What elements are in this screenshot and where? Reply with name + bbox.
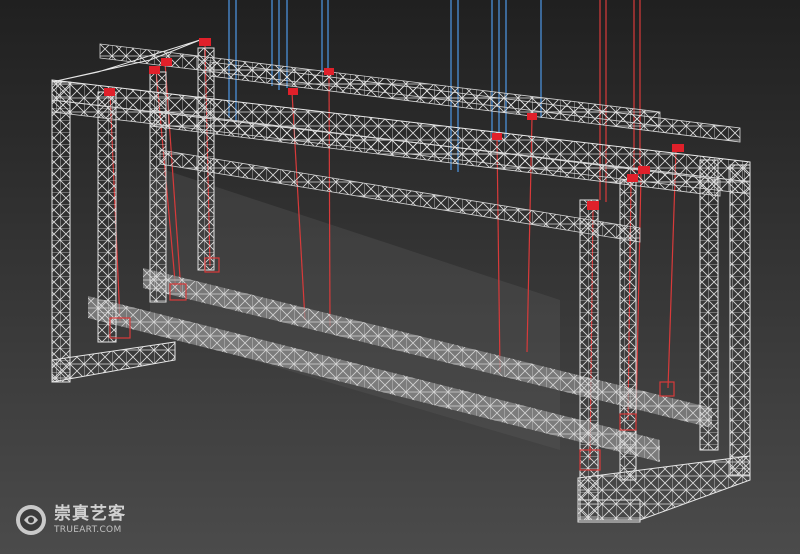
rigging-marker-icon (288, 88, 298, 95)
rigging-marker-icon (527, 113, 537, 120)
trueart-logo-icon (16, 505, 46, 535)
rigging-marker-icon (199, 38, 211, 46)
rigging-marker-icon (672, 144, 684, 152)
watermark: 崇真艺客 TRUEART.COM (14, 503, 126, 537)
rigging-marker-icon (324, 68, 334, 75)
rigging-marker-icon (492, 133, 502, 140)
rigging-marker-icon (587, 201, 599, 210)
rigging-marker-icon (627, 174, 638, 182)
rigging-marker-icon (149, 66, 160, 74)
watermark-brand-en: TRUEART.COM (54, 524, 122, 535)
rigging-marker-icon (104, 88, 115, 96)
rigging-marker-icon (161, 58, 172, 66)
truss-scene (0, 0, 800, 554)
rigging-marker-icon (638, 166, 650, 174)
watermark-brand-cn: 崇真艺客 (54, 503, 126, 524)
render-viewport: 崇真艺客 TRUEART.COM (0, 0, 800, 554)
